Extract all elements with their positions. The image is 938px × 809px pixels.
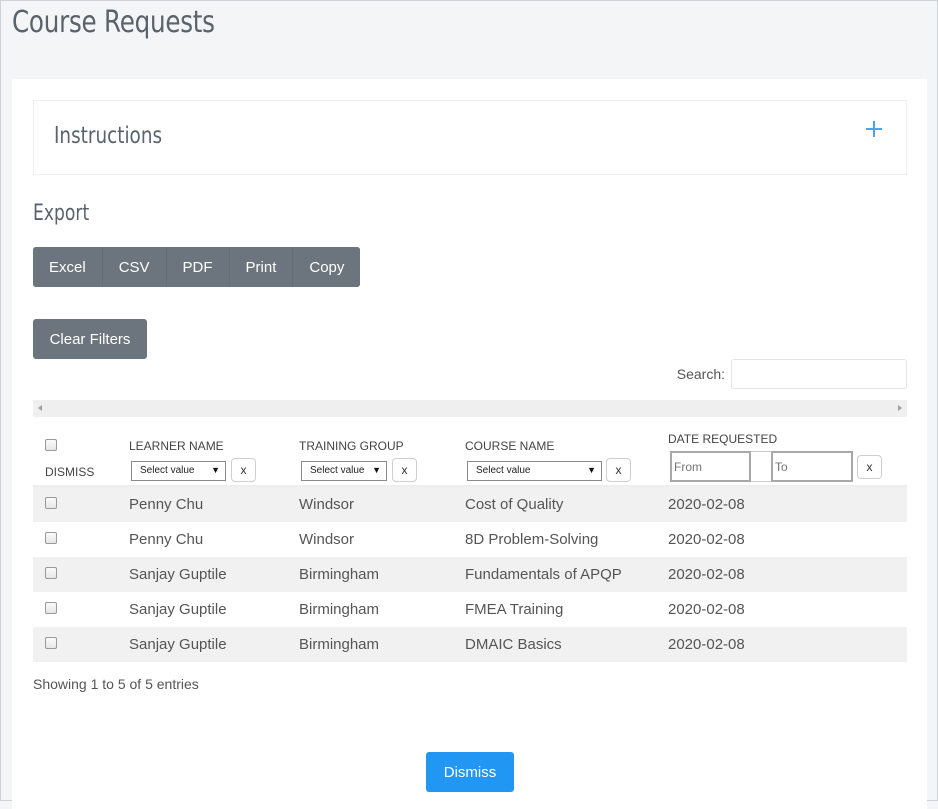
table-row: Sanjay Guptile Birmingham DMAIC Basics 2… <box>33 627 907 662</box>
column-header-date-requested[interactable]: DATE REQUESTED <box>668 432 777 446</box>
training-group-cell: Birmingham <box>299 601 380 618</box>
csv-button[interactable]: CSV <box>102 247 167 287</box>
page-title: Course Requests <box>12 5 215 40</box>
table-row: Penny Chu Windsor Cost of Quality 2020-0… <box>33 487 907 522</box>
date-requested-cell: 2020-02-08 <box>668 601 745 618</box>
column-header-training-group[interactable]: TRAINING GROUP <box>299 439 404 453</box>
search-input[interactable] <box>731 359 907 389</box>
course-name-cell: 8D Problem-Solving <box>465 531 599 548</box>
training-group-filter-select[interactable]: Select value ▼ <box>301 461 387 481</box>
training-group-cell: Birmingham <box>299 636 380 653</box>
row-dismiss-checkbox[interactable] <box>45 602 57 614</box>
training-group-cell: Windsor <box>299 496 355 513</box>
date-requested-cell: 2020-02-08 <box>668 496 745 513</box>
date-requested-cell: 2020-02-08 <box>668 566 745 583</box>
dropdown-caret-icon: ▼ <box>587 465 596 475</box>
table-row: Sanjay Guptile Birmingham FMEA Training … <box>33 592 907 627</box>
row-dismiss-checkbox[interactable] <box>45 637 57 649</box>
pdf-button[interactable]: PDF <box>166 247 230 287</box>
dropdown-caret-icon: ▼ <box>211 465 220 475</box>
main-card: Instructions Export Excel CSV PDF Print … <box>12 79 927 809</box>
learner-name-cell: Penny Chu <box>129 531 204 548</box>
table-info: Showing 1 to 5 of 5 entries <box>33 676 199 692</box>
training-group-filter-clear-button[interactable]: x <box>392 458 417 482</box>
course-name-cell: Cost of Quality <box>465 496 564 513</box>
training-group-cell: Birmingham <box>299 566 380 583</box>
date-requested-cell: 2020-02-08 <box>668 636 745 653</box>
search-box: Search: <box>677 359 907 389</box>
dropdown-caret-icon: ▼ <box>372 465 381 475</box>
course-name-cell: Fundamentals of APQP <box>465 566 622 583</box>
column-header-learner-name[interactable]: LEARNER NAME <box>129 439 224 453</box>
date-filter-clear-button[interactable]: x <box>857 455 882 479</box>
plus-icon[interactable] <box>866 121 882 137</box>
instructions-panel[interactable]: Instructions <box>33 100 907 175</box>
export-button-group: Excel CSV PDF Print Copy <box>33 247 361 287</box>
course-name-cell: DMAIC Basics <box>465 636 562 653</box>
row-dismiss-checkbox[interactable] <box>45 567 57 579</box>
row-dismiss-checkbox[interactable] <box>45 497 57 509</box>
copy-button[interactable]: Copy <box>293 247 361 287</box>
select-all-checkbox[interactable] <box>45 439 57 451</box>
column-header-course-name[interactable]: COURSE NAME <box>465 439 554 453</box>
course-name-cell: FMEA Training <box>465 601 564 618</box>
select-placeholder: Select value <box>140 465 195 476</box>
horizontal-scrollbar[interactable] <box>33 400 907 417</box>
scroll-right-icon[interactable] <box>898 405 902 411</box>
learner-name-filter-clear-button[interactable]: x <box>231 458 256 482</box>
print-button[interactable]: Print <box>229 247 294 287</box>
course-name-filter-select[interactable]: Select value ▼ <box>467 461 602 481</box>
select-placeholder: Select value <box>310 465 365 476</box>
learner-name-cell: Sanjay Guptile <box>129 601 227 618</box>
table-row: Sanjay Guptile Birmingham Fundamentals o… <box>33 557 907 592</box>
date-range-separator <box>751 451 771 482</box>
select-placeholder: Select value <box>476 465 531 476</box>
clear-filters-button[interactable]: Clear Filters <box>33 319 147 359</box>
date-to-input[interactable] <box>771 451 853 482</box>
training-group-cell: Windsor <box>299 531 355 548</box>
table-body: Penny Chu Windsor Cost of Quality 2020-0… <box>33 487 907 662</box>
table-row: Penny Chu Windsor 8D Problem-Solving 202… <box>33 522 907 557</box>
learner-name-filter-select[interactable]: Select value ▼ <box>131 461 226 481</box>
learner-name-cell: Sanjay Guptile <box>129 636 227 653</box>
instructions-title: Instructions <box>54 123 163 149</box>
export-title: Export <box>33 201 90 226</box>
scroll-left-icon[interactable] <box>38 405 42 411</box>
excel-button[interactable]: Excel <box>33 247 103 287</box>
dismiss-button[interactable]: Dismiss <box>426 752 514 792</box>
table-header: DISMISS LEARNER NAME Select value ▼ x TR… <box>33 429 907 487</box>
column-header-dismiss: DISMISS <box>45 465 95 479</box>
date-from-input[interactable] <box>670 451 751 482</box>
row-dismiss-checkbox[interactable] <box>45 532 57 544</box>
learner-name-cell: Sanjay Guptile <box>129 566 227 583</box>
course-name-filter-clear-button[interactable]: x <box>606 458 631 482</box>
date-requested-cell: 2020-02-08 <box>668 531 745 548</box>
learner-name-cell: Penny Chu <box>129 496 204 513</box>
search-label: Search: <box>676 366 725 382</box>
